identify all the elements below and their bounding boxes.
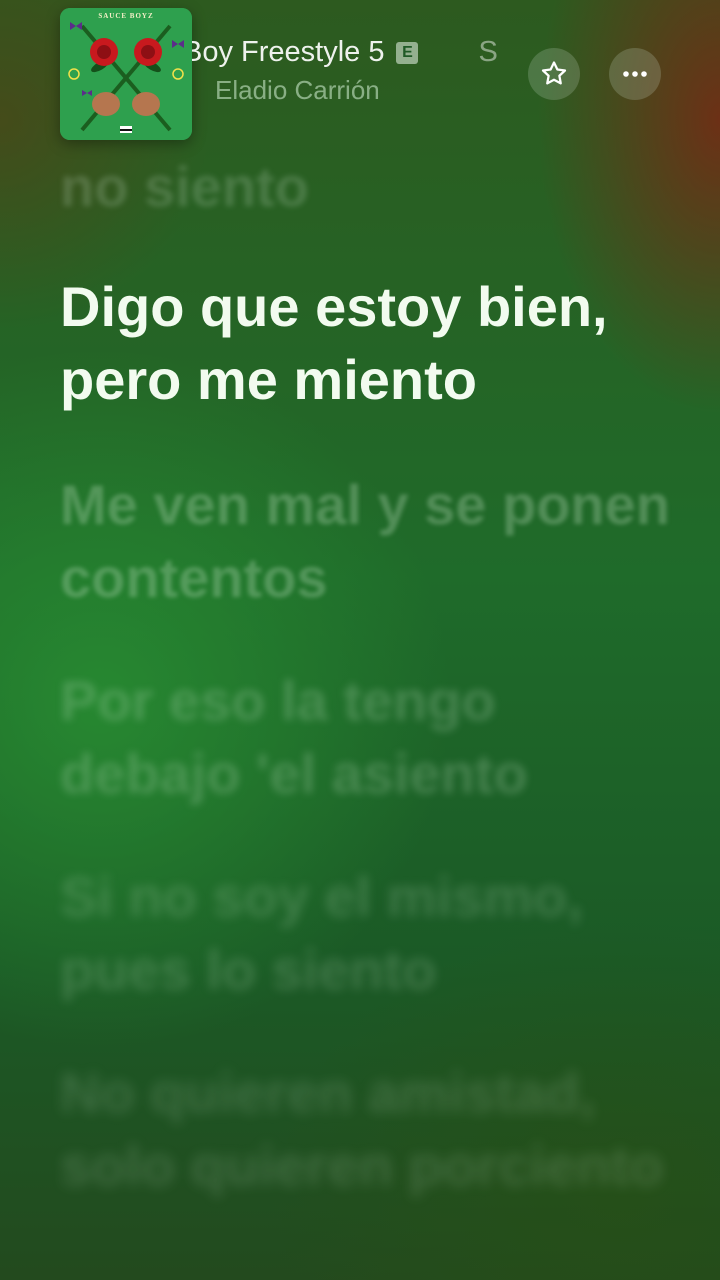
lyric-line-previous[interactable]: no siento <box>60 150 680 223</box>
track-title: Boy Freestyle 5 <box>192 36 385 68</box>
star-icon <box>541 61 567 85</box>
explicit-badge: E <box>396 41 419 64</box>
lyric-line-upcoming[interactable]: Me ven mal y se ponen contentos <box>60 468 680 614</box>
track-title-marquee-tail: S <box>478 36 498 68</box>
now-playing-header: SAUCE BOYZ Boy Freestyle 5 E S Eladio Ca… <box>0 0 720 150</box>
album-artwork-image <box>60 8 192 140</box>
lyric-line-current[interactable]: Digo que estoy bien, pero me miento <box>60 270 680 416</box>
lyric-line-upcoming[interactable]: Si no soy el mismo, pues lo siento <box>60 860 680 1006</box>
lyric-line-upcoming[interactable]: No quieren amistad, solo quieren porcien… <box>60 1056 680 1202</box>
track-artist[interactable]: Eladio Carrión <box>215 75 522 106</box>
track-info[interactable]: Boy Freestyle 5 E S Eladio Carrión <box>192 36 522 116</box>
ellipsis-icon <box>623 71 647 77</box>
track-title-row: Boy Freestyle 5 E S <box>192 36 522 69</box>
lyric-line-upcoming[interactable]: Por eso la tengo debajo 'el asiento <box>60 664 680 810</box>
album-artwork[interactable]: SAUCE BOYZ <box>60 8 192 140</box>
more-options-button[interactable] <box>609 48 661 100</box>
artwork-title: SAUCE BOYZ <box>98 12 154 20</box>
favorite-button[interactable] <box>528 48 580 100</box>
